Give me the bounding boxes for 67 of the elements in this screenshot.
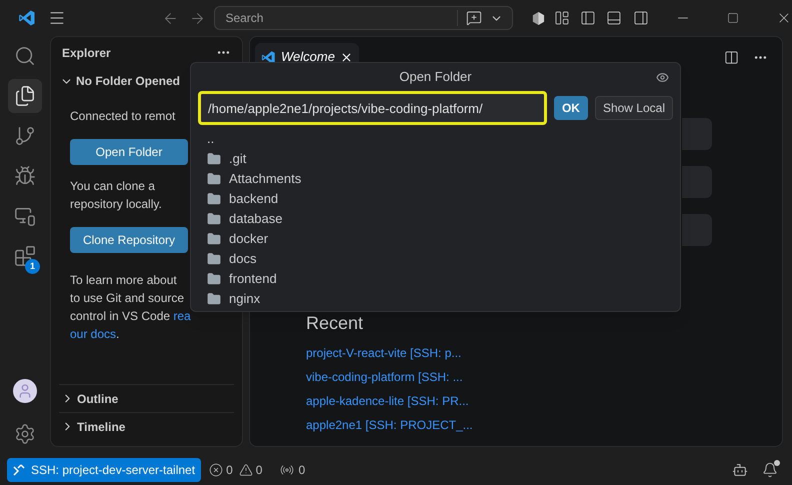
activity-bar-item[interactable] — [8, 79, 42, 113]
close-icon[interactable] — [340, 50, 353, 64]
panel-left-icon[interactable] — [580, 10, 596, 26]
settings-icon[interactable] — [14, 423, 36, 445]
show-local-button[interactable]: Show Local — [594, 96, 673, 120]
path-field[interactable]: /home/apple2ne1/projects/vibe-coding-platform/ — [198, 91, 547, 125]
bug-icon — [14, 165, 36, 187]
ok-button[interactable]: OK — [554, 96, 588, 120]
panel-title: Explorer — [62, 44, 111, 62]
folder-list-item[interactable]: docker — [198, 229, 673, 249]
folder-list-item[interactable]: nginx — [198, 289, 673, 309]
folder-list-item[interactable]: backend — [198, 189, 673, 209]
app-logo-icon — [18, 9, 36, 27]
count-badge: 1 — [25, 259, 40, 274]
clone-text: You can clone a repository locally. — [70, 178, 163, 213]
folder-list-item[interactable]: docs — [198, 249, 673, 269]
branch-icon — [14, 125, 36, 147]
search-icon — [14, 45, 36, 67]
folder-list-item[interactable]: frontend — [198, 269, 673, 289]
dialog-title: Open Folder — [399, 68, 472, 86]
folder-icon — [207, 232, 221, 246]
recent-project-link[interactable]: apple2ne1 [SSH: PROJECT_... — [306, 413, 473, 437]
app-logo-icon — [261, 50, 276, 64]
folder-list-item[interactable]: .. — [198, 129, 673, 149]
open-folder-button[interactable]: Open Folder — [70, 139, 188, 165]
layout-icon[interactable] — [554, 10, 570, 26]
recent-project-link[interactable]: vibe-coding-platform [SSH: ... — [306, 365, 463, 389]
recent-project-link[interactable]: apple-kadence-lite [SSH: PR... — [306, 389, 469, 413]
split-editor-icon[interactable] — [724, 50, 739, 65]
robot-icon[interactable] — [732, 462, 748, 478]
folder-list-item[interactable]: database — [198, 209, 673, 229]
error-count[interactable]: 0 — [226, 461, 233, 479]
recent-project-link[interactable]: project-V-react-vite [SSH: p... — [306, 341, 462, 365]
panel-bottom-icon[interactable] — [606, 10, 622, 26]
folder-icon — [207, 152, 221, 166]
clone-repository-button[interactable]: Clone Repository — [70, 227, 188, 253]
section-header[interactable]: No Folder Opened — [51, 68, 242, 94]
remote-icon — [13, 464, 26, 476]
avatar-icon[interactable] — [13, 379, 37, 403]
search-field[interactable]: Search — [214, 6, 513, 30]
docs-link[interactable]: our docs — [70, 327, 116, 341]
error-icon — [209, 463, 224, 477]
eye-icon[interactable] — [656, 71, 669, 84]
folder-icon — [207, 252, 221, 266]
folder-icon — [207, 212, 221, 226]
panel-right-icon[interactable] — [633, 10, 650, 26]
blocks-icon — [14, 245, 36, 267]
maximize-icon[interactable] — [727, 12, 740, 24]
chat-icon[interactable] — [466, 10, 482, 26]
antenna-icon — [280, 463, 294, 477]
monitor-icon — [14, 205, 36, 227]
section-heading: Recent — [306, 312, 364, 335]
panel-header[interactable]: Timeline — [59, 412, 234, 440]
bell-icon[interactable] — [762, 462, 778, 478]
panel-header[interactable]: Outline — [59, 384, 234, 412]
ports-count[interactable]: 0 — [298, 461, 306, 479]
remote-indicator[interactable]: SSH: project-dev-server-tailnet — [7, 458, 202, 482]
folder-icon — [207, 272, 221, 286]
folder-icon — [207, 172, 221, 186]
docs-link[interactable]: rea — [173, 309, 191, 323]
folder-list-item[interactable]: .git — [198, 149, 673, 169]
files-icon — [14, 85, 36, 107]
warning-icon — [238, 463, 253, 477]
warning-count[interactable]: 0 — [256, 461, 262, 479]
folder-icon — [207, 292, 221, 306]
folder-icon — [207, 192, 221, 206]
folder-list-item[interactable]: Attachments — [198, 169, 673, 189]
